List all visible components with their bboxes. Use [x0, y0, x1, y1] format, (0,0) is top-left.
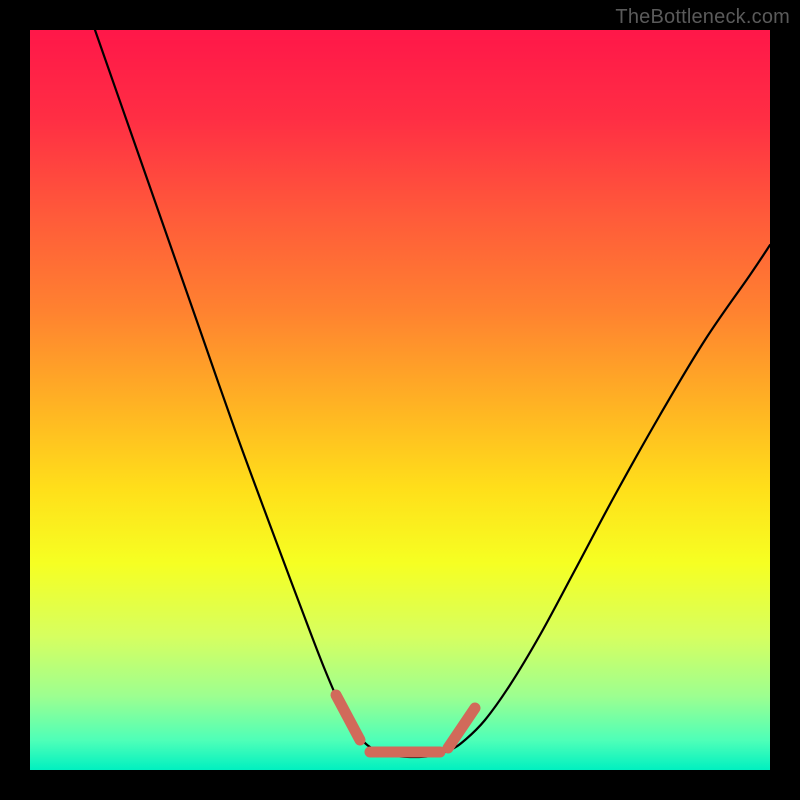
plot-area [30, 30, 770, 770]
watermark-text: TheBottleneck.com [615, 6, 790, 29]
chart-frame: TheBottleneck.com [0, 0, 800, 800]
valley-left-dash [336, 695, 360, 740]
bottleneck-curve [95, 30, 770, 757]
valley-markers [336, 695, 475, 752]
curve-layer [30, 30, 770, 770]
